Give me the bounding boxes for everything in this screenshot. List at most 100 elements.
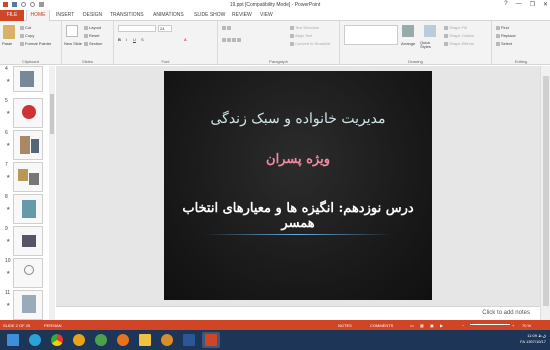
select-button[interactable]: Select bbox=[496, 41, 512, 46]
slide-thumbnail[interactable]: 10 ★ bbox=[3, 258, 47, 290]
slide-thumbnail[interactable]: 4 ★ bbox=[3, 66, 47, 98]
slide-lesson-heading[interactable]: درس نوزدهم: انگیزه ها و معیارهای انتخاب … bbox=[164, 201, 432, 231]
section-icon bbox=[84, 41, 88, 46]
maximize-button[interactable]: ❐ bbox=[530, 1, 535, 8]
drawing-group: Arrange Quick Styles Shape Fill Shape Ou… bbox=[340, 21, 492, 65]
input-language[interactable]: FA bbox=[520, 339, 525, 344]
layout-icon bbox=[84, 25, 88, 30]
zoom-in-button[interactable]: + bbox=[512, 323, 514, 328]
editing-label: Editing bbox=[514, 59, 528, 64]
section-button[interactable]: Section bbox=[84, 41, 102, 46]
replace-button[interactable]: Replace bbox=[496, 33, 516, 38]
shape-fill-button[interactable]: Shape Fill bbox=[444, 25, 467, 30]
taskbar-telegram[interactable] bbox=[26, 332, 44, 348]
tab-slide-show[interactable]: SLIDE SHOW bbox=[194, 12, 225, 18]
layout-button[interactable]: Layout bbox=[84, 25, 101, 30]
slide-sorter-icon[interactable]: ▦ bbox=[420, 323, 424, 328]
tab-home[interactable]: HOME bbox=[26, 10, 50, 21]
taskbar-firefox[interactable] bbox=[114, 332, 132, 348]
font-size-select[interactable]: 24 bbox=[158, 25, 172, 32]
slide-thumbnail[interactable]: 6 ★ bbox=[3, 130, 47, 162]
align-center-icon bbox=[227, 37, 231, 42]
scrollbar-thumb[interactable] bbox=[543, 76, 549, 306]
thumbnail-picture bbox=[22, 105, 36, 119]
current-slide[interactable]: مدیریت خانواده و سبک زندگی ویژه پسران در… bbox=[164, 71, 432, 300]
shape-outline-button[interactable]: Shape Outline bbox=[444, 33, 474, 38]
thumbnails-scrollbar[interactable] bbox=[49, 66, 55, 320]
tab-animations[interactable]: ANIMATIONS bbox=[153, 12, 184, 18]
scrollbar-thumb[interactable] bbox=[50, 94, 54, 134]
zoom-out-button[interactable]: − bbox=[462, 323, 464, 328]
zoom-slider[interactable] bbox=[470, 324, 510, 325]
paste-button[interactable]: Paste bbox=[2, 41, 12, 46]
slideshow-view-icon[interactable]: ▶ bbox=[440, 323, 443, 328]
quick-styles-button[interactable]: Quick Styles bbox=[420, 41, 440, 49]
slide-thumbnail[interactable]: 8 ★ bbox=[3, 194, 47, 226]
copy-button[interactable]: Copy bbox=[20, 33, 34, 38]
slide-title[interactable]: مدیریت خانواده و سبک زندگی bbox=[164, 111, 432, 127]
clock-date[interactable]: 1397/10/17 bbox=[526, 339, 546, 344]
format-painter-label: Format Painter bbox=[25, 41, 52, 46]
slide-thumbnail[interactable]: 5 ★ bbox=[3, 98, 47, 130]
comments-button[interactable]: COMMENTS bbox=[370, 323, 393, 328]
find-button[interactable]: Find bbox=[496, 25, 509, 30]
quick-styles-icon[interactable] bbox=[424, 25, 436, 37]
arrange-icon[interactable] bbox=[402, 25, 414, 37]
font-family-select[interactable] bbox=[118, 25, 156, 32]
align-left-icon bbox=[222, 37, 226, 42]
minimize-button[interactable]: — bbox=[516, 1, 522, 8]
thumbnail-picture bbox=[18, 169, 28, 181]
tab-review[interactable]: REVIEW bbox=[232, 12, 252, 18]
tab-view[interactable]: VIEW bbox=[260, 12, 273, 18]
bold-button[interactable]: B bbox=[118, 37, 121, 42]
app-icon bbox=[95, 334, 107, 346]
underline-button[interactable]: U bbox=[133, 37, 136, 42]
shadow-button[interactable]: S bbox=[141, 37, 144, 42]
cut-button[interactable]: Cut bbox=[20, 25, 31, 30]
new-slide-button[interactable]: New Slide bbox=[64, 41, 82, 46]
tab-transitions[interactable]: TRANSITIONS bbox=[110, 12, 144, 18]
taskbar-powerpoint[interactable] bbox=[202, 332, 220, 348]
text-direction-button[interactable]: Text Direction bbox=[290, 25, 319, 30]
paste-icon[interactable] bbox=[3, 25, 15, 39]
notes-button[interactable]: NOTES bbox=[338, 323, 352, 328]
slide-subtitle[interactable]: ویژه پسران bbox=[164, 152, 432, 167]
language-indicator[interactable]: PERSIAN bbox=[44, 323, 62, 328]
slide-thumbnail-image bbox=[13, 66, 43, 92]
notes-pane[interactable]: Click to add notes bbox=[56, 306, 540, 320]
convert-smartart-button[interactable]: Convert to SmartArt bbox=[290, 41, 330, 46]
format-painter-button[interactable]: Format Painter bbox=[20, 41, 51, 46]
taskbar-media[interactable] bbox=[70, 332, 88, 348]
shape-effects-button[interactable]: Shape Effects bbox=[444, 41, 474, 46]
alignment-buttons[interactable] bbox=[222, 37, 242, 42]
taskbar-app[interactable] bbox=[92, 332, 110, 348]
bullets-button[interactable] bbox=[222, 25, 232, 30]
slide-thumbnail[interactable]: 7 ★ bbox=[3, 162, 47, 194]
arrange-button[interactable]: Arrange bbox=[401, 41, 415, 46]
help-button[interactable]: ? bbox=[504, 1, 507, 8]
window-title: 19.ppt [Compatibility Mode] - PowerPoint bbox=[229, 2, 321, 8]
start-button[interactable] bbox=[4, 332, 22, 348]
zoom-level[interactable]: 70 % bbox=[522, 323, 531, 328]
taskbar-media2[interactable] bbox=[158, 332, 176, 348]
tab-insert[interactable]: INSERT bbox=[56, 12, 74, 18]
normal-view-icon[interactable]: ▭ bbox=[410, 323, 414, 328]
new-slide-icon[interactable] bbox=[66, 25, 78, 37]
taskbar-word[interactable] bbox=[180, 332, 198, 348]
tab-design[interactable]: DESIGN bbox=[83, 12, 102, 18]
notes-placeholder[interactable]: Click to add notes bbox=[482, 310, 530, 316]
reading-view-icon[interactable]: ▣ bbox=[430, 323, 434, 328]
slide-thumbnail[interactable]: 9 ★ bbox=[3, 226, 47, 258]
canvas-scrollbar[interactable] bbox=[540, 66, 550, 320]
shapes-gallery[interactable] bbox=[344, 25, 398, 45]
close-button[interactable]: ✕ bbox=[543, 1, 548, 8]
taskbar-explorer[interactable] bbox=[136, 332, 154, 348]
font-color-button[interactable]: A bbox=[184, 37, 187, 42]
tab-file[interactable]: FILE bbox=[0, 10, 24, 21]
align-text-button[interactable]: Align Text bbox=[290, 33, 312, 38]
taskbar-chrome[interactable] bbox=[48, 332, 66, 348]
reset-button[interactable]: Reset bbox=[84, 33, 99, 38]
slide-thumbnail[interactable]: 11 ★ bbox=[3, 290, 47, 320]
animation-star-icon: ★ bbox=[6, 174, 11, 180]
italic-button[interactable]: I bbox=[126, 37, 127, 42]
